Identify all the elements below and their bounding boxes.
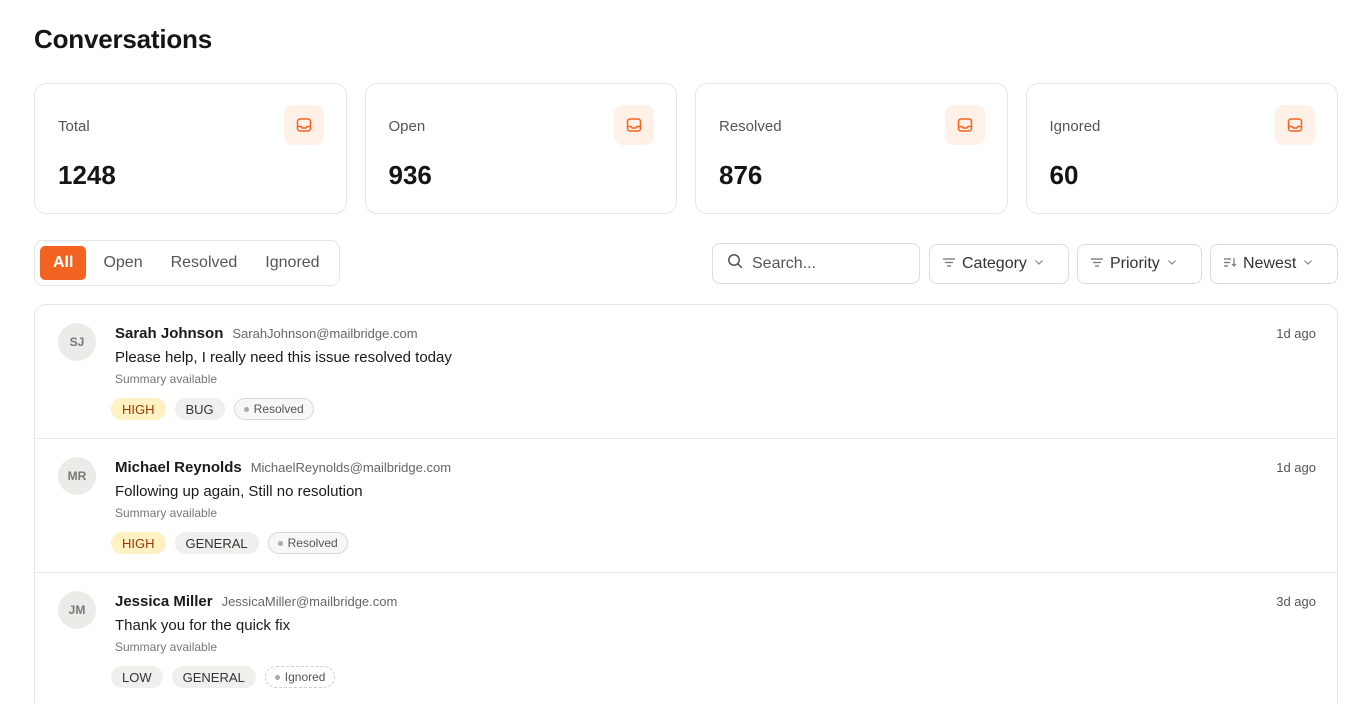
tab-all[interactable]: All (40, 246, 87, 280)
category-badge: GENERAL (174, 532, 259, 554)
tab-open[interactable]: Open (89, 246, 156, 280)
timestamp: 1d ago (1276, 326, 1316, 341)
stat-value: 60 (1049, 160, 1079, 190)
stat-card-total: Total 1248 (34, 83, 347, 214)
search-box (712, 243, 920, 284)
page-title: Conversations (34, 24, 213, 54)
status-badge: Resolved (233, 398, 314, 420)
status-badge-label: Resolved (287, 536, 338, 550)
category-badge: GENERAL (171, 666, 256, 688)
summary-note: Summary available (115, 372, 218, 386)
timestamp: 1d ago (1276, 460, 1316, 475)
priority-badge: HIGH (111, 532, 166, 554)
priority-filter[interactable]: Priority (1077, 244, 1202, 284)
status-badge-label: Ignored (284, 670, 326, 684)
stat-card-open: Open 936 (364, 83, 677, 214)
category-badge: BUG (174, 398, 225, 420)
stat-card-ignored: Ignored 60 (1025, 83, 1338, 214)
search-icon (727, 253, 743, 274)
conversation-row[interactable]: MR Michael Reynolds MichaelReynolds@mail… (35, 439, 1337, 573)
priority-filter-label: Priority (1110, 255, 1160, 272)
tab-ignored[interactable]: Ignored (251, 246, 333, 280)
sort-icon (1223, 255, 1237, 273)
conversation-subject: Thank you for the quick fix (115, 617, 291, 634)
inbox-icon (614, 105, 654, 145)
inbox-icon (283, 105, 324, 145)
sender-email: JessicaMiller@mailbridge.com (221, 594, 398, 609)
conversation-subject: Please help, I really need this issue re… (115, 349, 452, 366)
stat-label: Ignored (1049, 118, 1101, 135)
sender-name: Michael Reynolds (115, 459, 242, 476)
status-dot-icon (274, 674, 280, 680)
category-filter-label: Category (962, 255, 1027, 272)
conversation-header: Sarah Johnson SarahJohnson@mailbridge.co… (115, 325, 418, 342)
summary-note: Summary available (115, 640, 218, 654)
inbox-icon (944, 105, 985, 145)
conversation-subject: Following up again, Still no resolution (115, 483, 363, 500)
filter-icon (942, 255, 956, 273)
conversation-header: Jessica Miller JessicaMiller@mailbridge.… (115, 593, 397, 610)
conversation-header: Michael Reynolds MichaelReynolds@mailbri… (115, 459, 451, 476)
stat-value: 876 (719, 160, 763, 190)
stat-label: Open (388, 118, 426, 135)
chevron-down-icon (1033, 255, 1045, 273)
avatar: MR (58, 457, 96, 495)
sender-email: SarahJohnson@mailbridge.com (232, 326, 418, 341)
summary-note: Summary available (115, 506, 218, 520)
stat-value: 936 (388, 160, 432, 190)
chevron-down-icon (1302, 255, 1314, 273)
status-badge: Ignored (264, 666, 336, 688)
conversation-list: SJ Sarah Johnson SarahJohnson@mailbridge… (34, 304, 1338, 703)
sender-name: Sarah Johnson (115, 325, 224, 342)
priority-badge: LOW (111, 666, 163, 688)
avatar: SJ (58, 323, 96, 361)
category-filter[interactable]: Category (929, 244, 1069, 284)
conversation-row[interactable]: SJ Sarah Johnson SarahJohnson@mailbridge… (35, 305, 1337, 439)
sort-dropdown[interactable]: Newest (1210, 244, 1338, 284)
sort-label: Newest (1243, 255, 1297, 272)
status-dot-icon (277, 540, 283, 546)
conversation-row[interactable]: JM Jessica Miller JessicaMiller@mailbrid… (35, 573, 1337, 703)
stat-value: 1248 (58, 160, 116, 190)
timestamp: 3d ago (1276, 594, 1316, 609)
search-input[interactable] (752, 254, 902, 273)
sender-email: MichaelReynolds@mailbridge.com (250, 460, 452, 475)
inbox-icon (1275, 105, 1315, 145)
filter-icon (1090, 255, 1104, 273)
sender-name: Jessica Miller (115, 593, 213, 610)
status-dot-icon (243, 406, 249, 412)
priority-badge: HIGH (111, 398, 166, 420)
stats-row: Total 1248 Open 936 Resolved 876 Ignored… (34, 83, 1338, 214)
status-tabs: All Open Resolved Ignored (34, 240, 340, 286)
stat-label: Resolved (719, 118, 782, 135)
badge-group: HIGH BUG Resolved (111, 398, 314, 420)
avatar: JM (58, 591, 96, 629)
stat-card-resolved: Resolved 876 (695, 83, 1008, 214)
chevron-down-icon (1166, 255, 1178, 273)
stat-label: Total (58, 118, 90, 135)
tab-resolved[interactable]: Resolved (157, 246, 252, 280)
badge-group: LOW GENERAL Ignored (111, 666, 336, 688)
status-badge: Resolved (267, 532, 348, 554)
badge-group: HIGH GENERAL Resolved (111, 532, 348, 554)
status-badge-label: Resolved (253, 402, 304, 416)
